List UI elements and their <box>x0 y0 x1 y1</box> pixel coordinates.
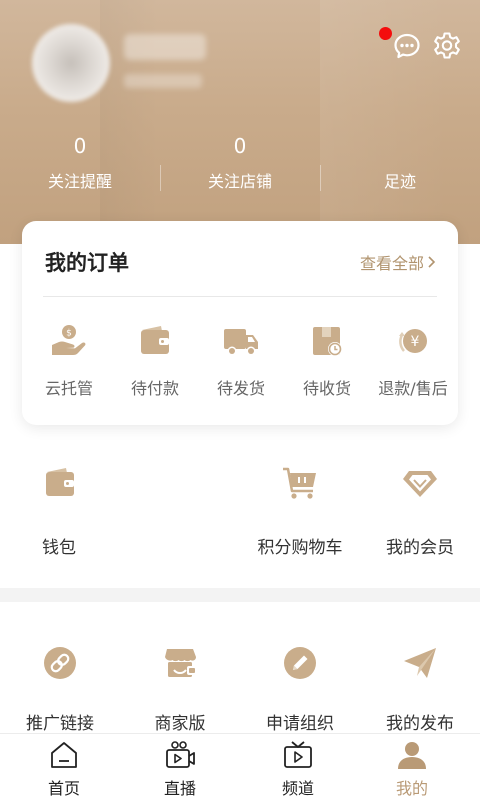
points-cart-entry[interactable]: 积分购物车 <box>240 463 360 558</box>
stat-value: 0 <box>233 134 247 158</box>
orders-card: 我的订单 查看全部 $ 云托管 待付款 待发货 待收货 ¥ 退款/售后 <box>22 221 458 425</box>
order-pending-payment[interactable]: 待付款 <box>112 321 198 399</box>
gear-icon[interactable] <box>432 31 462 61</box>
order-label: 待发货 <box>216 379 265 398</box>
storefront-icon <box>165 649 197 677</box>
tab-live[interactable]: 直播 <box>120 740 240 799</box>
order-label: 退款/售后 <box>378 379 448 398</box>
tab-label: 直播 <box>163 779 196 798</box>
tab-channel[interactable]: 频道 <box>238 740 358 799</box>
membership-label: 我的会员 <box>386 538 454 558</box>
home-icon <box>51 742 77 768</box>
stat-follow-shops[interactable]: 0 关注店铺 <box>160 132 320 193</box>
user-id-blurred <box>124 74 202 88</box>
link-icon <box>44 647 76 679</box>
my-posts-label: 我的发布 <box>386 714 454 734</box>
tab-label: 频道 <box>281 779 314 798</box>
tab-mine[interactable]: 我的 <box>352 740 472 799</box>
wallet-entry[interactable]: 钱包 <box>0 463 120 558</box>
stat-label: 足迹 <box>383 172 416 191</box>
points-cart-label: 积分购物车 <box>257 538 343 558</box>
tv-play-icon <box>284 741 312 768</box>
avatar[interactable] <box>32 24 110 102</box>
tab-home[interactable]: 首页 <box>4 740 124 799</box>
my-posts-entry[interactable]: 我的发布 <box>360 643 480 734</box>
order-cloud-hosting[interactable]: $ 云托管 <box>26 321 112 399</box>
promo-link-label: 推广链接 <box>26 714 94 734</box>
orders-title: 我的订单 <box>45 251 129 275</box>
stat-value: 0 <box>73 134 87 158</box>
view-all-orders-link[interactable]: 查看全部 <box>360 250 436 274</box>
hand-coin-icon: $ <box>52 325 86 355</box>
membership-entry[interactable]: 我的会员 <box>360 463 480 558</box>
wallet-icon <box>46 468 74 496</box>
refund-yen-icon: ¥ <box>399 329 427 353</box>
truck-icon <box>224 329 258 356</box>
tab-label: 首页 <box>47 779 80 798</box>
stat-label: 关注提醒 <box>47 172 112 191</box>
apply-org-label: 申请组织 <box>266 714 334 734</box>
order-pending-shipment[interactable]: 待发货 <box>198 321 284 399</box>
view-all-label: 查看全部 <box>359 254 424 273</box>
user-icon <box>398 742 426 769</box>
order-pending-receipt[interactable]: 待收货 <box>284 321 370 399</box>
promo-link-entry[interactable]: 推广链接 <box>0 643 120 734</box>
live-camera-icon <box>166 741 195 768</box>
paper-plane-icon <box>404 648 436 678</box>
profile-page: 0 关注提醒 0 关注店铺 足迹 我的订单 查看全部 $ 云托管 待付款 待发货… <box>0 0 480 800</box>
section-separator <box>0 588 480 602</box>
merchant-entry[interactable]: 商家版 <box>120 643 240 734</box>
pencil-icon <box>284 647 316 679</box>
order-label: 云托管 <box>44 379 93 398</box>
order-label: 待付款 <box>130 379 179 398</box>
message-badge <box>379 27 392 40</box>
order-refund-aftersale[interactable]: ¥ 退款/售后 <box>370 321 456 399</box>
stat-value <box>320 132 480 160</box>
svg-text:¥: ¥ <box>411 334 420 350</box>
wallet-icon <box>141 326 169 354</box>
stat-footprint[interactable]: 足迹 <box>320 132 480 193</box>
stat-follow-alerts[interactable]: 0 关注提醒 <box>0 132 160 193</box>
username-blurred <box>124 34 206 60</box>
stat-label: 关注店铺 <box>207 172 272 191</box>
divider <box>43 296 437 297</box>
tab-label: 我的 <box>395 779 428 798</box>
shopping-cart-icon <box>283 467 316 499</box>
svg-text:$: $ <box>66 329 72 339</box>
apply-org-entry[interactable]: 申请组织 <box>240 643 360 734</box>
diamond-icon <box>403 471 437 497</box>
message-icon[interactable] <box>392 31 422 61</box>
chevron-right-icon <box>428 256 436 268</box>
profile-header: 0 关注提醒 0 关注店铺 足迹 <box>0 0 480 244</box>
order-label: 待收货 <box>302 379 351 398</box>
merchant-label: 商家版 <box>154 714 206 734</box>
wallet-label: 钱包 <box>42 538 76 558</box>
bottom-tab-bar: 首页 直播 频道 我的 <box>0 733 480 800</box>
package-clock-icon <box>313 327 342 356</box>
